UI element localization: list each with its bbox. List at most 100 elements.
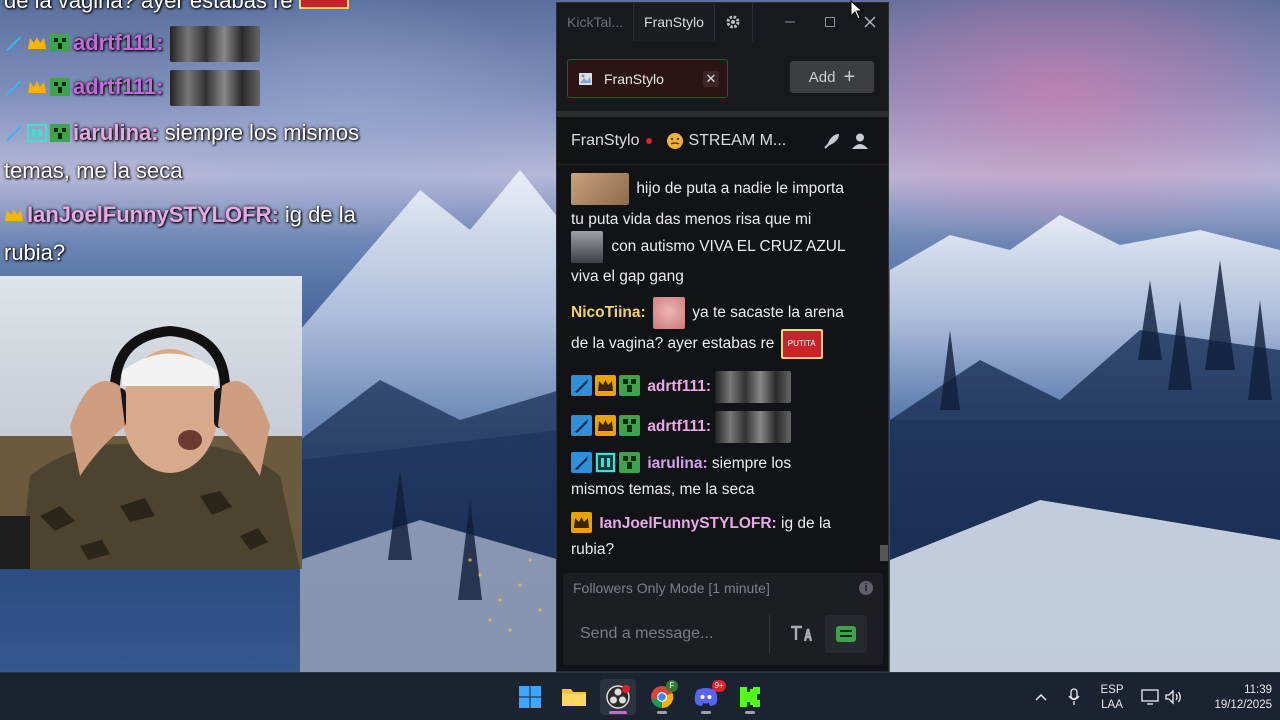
message-text: con autismo VIVA EL CRUZ AZUL xyxy=(611,238,846,256)
close-tab-button[interactable]: ✕ xyxy=(703,71,719,87)
language-code: ESP xyxy=(1100,684,1124,696)
minimize-button[interactable] xyxy=(770,3,810,41)
chat-message: adrtf111: xyxy=(571,371,792,403)
running-indicator xyxy=(745,711,755,714)
username[interactable]: iarulina: xyxy=(647,455,707,472)
maximize-button[interactable] xyxy=(810,3,850,41)
channel-tabs-row: FranStylo ✕ Add + xyxy=(557,41,888,117)
emote-icon xyxy=(169,26,260,63)
keyboard-language[interactable]: ESP LAA xyxy=(1096,683,1128,713)
username[interactable]: IanJoelFunnySTYLOFR: xyxy=(599,515,776,532)
tab-kicktalk[interactable]: KickTal... xyxy=(557,3,633,41)
microphone-button[interactable] xyxy=(1058,679,1090,715)
overlay-username: adrtf111: xyxy=(73,74,164,99)
translate-icon xyxy=(791,625,813,642)
overlay-username: adrtf111: xyxy=(73,30,164,55)
network-button[interactable] xyxy=(1138,679,1162,715)
channel-name[interactable]: FranStylo xyxy=(571,132,639,150)
chat-message: hijo de puta a nadie le importa xyxy=(571,173,877,205)
rocket-icon[interactable] xyxy=(823,132,841,150)
add-channel-button[interactable]: Add + xyxy=(790,61,874,93)
chevron-up-icon xyxy=(1035,693,1047,701)
creeper-badge-icon xyxy=(619,415,640,437)
message-input[interactable] xyxy=(563,611,771,657)
user-icon[interactable] xyxy=(851,132,869,150)
settings-button[interactable] xyxy=(715,3,753,41)
message-text: ig de la xyxy=(781,515,832,532)
taskbar-file-explorer[interactable] xyxy=(556,679,592,715)
message-input-box xyxy=(563,603,883,665)
stream-title[interactable]: STREAM M... xyxy=(688,132,786,150)
followers-only-text: Followers Only Mode [1 minute] xyxy=(573,580,770,596)
message-text: viva el gap gang xyxy=(571,268,684,285)
window-titlebar[interactable]: KickTal... FranStylo xyxy=(557,3,888,41)
message-text: mismos temas, me la seca xyxy=(571,481,755,498)
channel-tab-label: FranStylo xyxy=(604,70,664,87)
streamer-image xyxy=(0,325,302,569)
active-indicator xyxy=(609,711,627,714)
chat-message: iarulina: siempre los xyxy=(571,451,877,477)
windows-taskbar: F 9+ ESP LAA 11:39 19/12/2025 xyxy=(0,672,1280,720)
emote-picker-button[interactable] xyxy=(825,615,867,653)
chat-messages: hijo de puta a nadie le importa tu puta … xyxy=(557,171,877,565)
taskbar-discord[interactable]: 9+ xyxy=(688,679,726,715)
overlay-text: ig de la xyxy=(284,202,356,227)
message-text: de la vagina? ayer estabas re xyxy=(571,335,775,353)
creeper-badge-icon xyxy=(50,70,70,96)
chat-message: con autismo VIVA EL CRUZ AZUL xyxy=(571,231,877,263)
username[interactable]: NicoTiina: xyxy=(571,304,646,321)
chat-message: viva el gap gang xyxy=(571,264,684,290)
subscriber-badge-icon xyxy=(27,116,47,142)
channel-header: FranStylo STREAM M... xyxy=(557,117,888,165)
overlay-line: temas, me la seca xyxy=(4,152,183,190)
emote-icon xyxy=(715,371,792,403)
crown-badge-icon xyxy=(595,415,616,437)
running-indicator xyxy=(701,711,711,714)
taskbar-kicktalk[interactable] xyxy=(732,679,768,715)
overlay-line: adrtf111: xyxy=(4,68,260,107)
maximize-icon xyxy=(825,17,835,27)
chat-message: mismos temas, me la seca xyxy=(571,477,754,503)
discord-notification-badge: 9+ xyxy=(712,680,726,692)
creeper-badge-icon xyxy=(619,375,640,397)
chat-message: rubia? xyxy=(571,537,614,563)
start-button[interactable] xyxy=(512,679,548,715)
crown-badge-icon xyxy=(4,198,24,221)
overlay-username: iarulina: xyxy=(73,120,159,145)
taskbar-obs[interactable] xyxy=(600,679,636,715)
creeper-badge-icon xyxy=(50,116,70,142)
crown-badge-icon xyxy=(27,70,47,93)
emote-icon xyxy=(652,297,685,329)
chat-message: tu puta vida das menos risa que mi xyxy=(571,207,811,233)
taskbar-chrome[interactable]: F xyxy=(644,679,680,715)
putita-emote-icon: PUTITA xyxy=(780,329,823,359)
clock-date: 19/12/2025 xyxy=(1214,699,1272,711)
overlay-line: adrtf111: xyxy=(4,24,260,63)
message-text: siempre los xyxy=(711,455,792,472)
channel-tab-franstylo[interactable]: FranStylo ✕ xyxy=(567,59,728,98)
emote-icon xyxy=(571,231,603,263)
minimize-icon xyxy=(785,21,795,23)
info-icon[interactable]: i xyxy=(859,581,873,595)
tab-franstylo[interactable]: FranStylo xyxy=(633,3,715,41)
kicktalk-window: KickTal... FranStylo FranStylo ✕ Add + F… xyxy=(556,2,889,672)
clock-time: 11:39 xyxy=(1244,684,1272,696)
message-text: ya te sacaste la arena xyxy=(692,304,844,322)
plus-icon: + xyxy=(843,66,856,88)
volume-button[interactable] xyxy=(1162,679,1186,715)
creeper-badge-icon xyxy=(619,452,640,473)
message-text: tu puta vida das menos risa que mi xyxy=(571,211,812,228)
username[interactable]: adrtf111: xyxy=(647,418,711,435)
translate-button[interactable] xyxy=(781,615,823,653)
file-explorer-icon xyxy=(562,689,586,706)
username[interactable]: adrtf111: xyxy=(647,378,711,395)
clock[interactable]: 11:39 19/12/2025 xyxy=(1192,683,1272,713)
chat-scrollbar[interactable] xyxy=(880,545,888,561)
show-hidden-icons-button[interactable] xyxy=(1024,679,1058,715)
volume-icon xyxy=(1165,689,1181,705)
sword-badge-icon xyxy=(571,452,592,473)
chat-message: NicoTiina: ya te sacaste la arena xyxy=(571,297,877,329)
crown-badge-icon xyxy=(571,512,592,533)
overlay-username: IanJoelFunnySTYLOFR: xyxy=(27,202,279,227)
windows-start-icon xyxy=(519,686,541,708)
